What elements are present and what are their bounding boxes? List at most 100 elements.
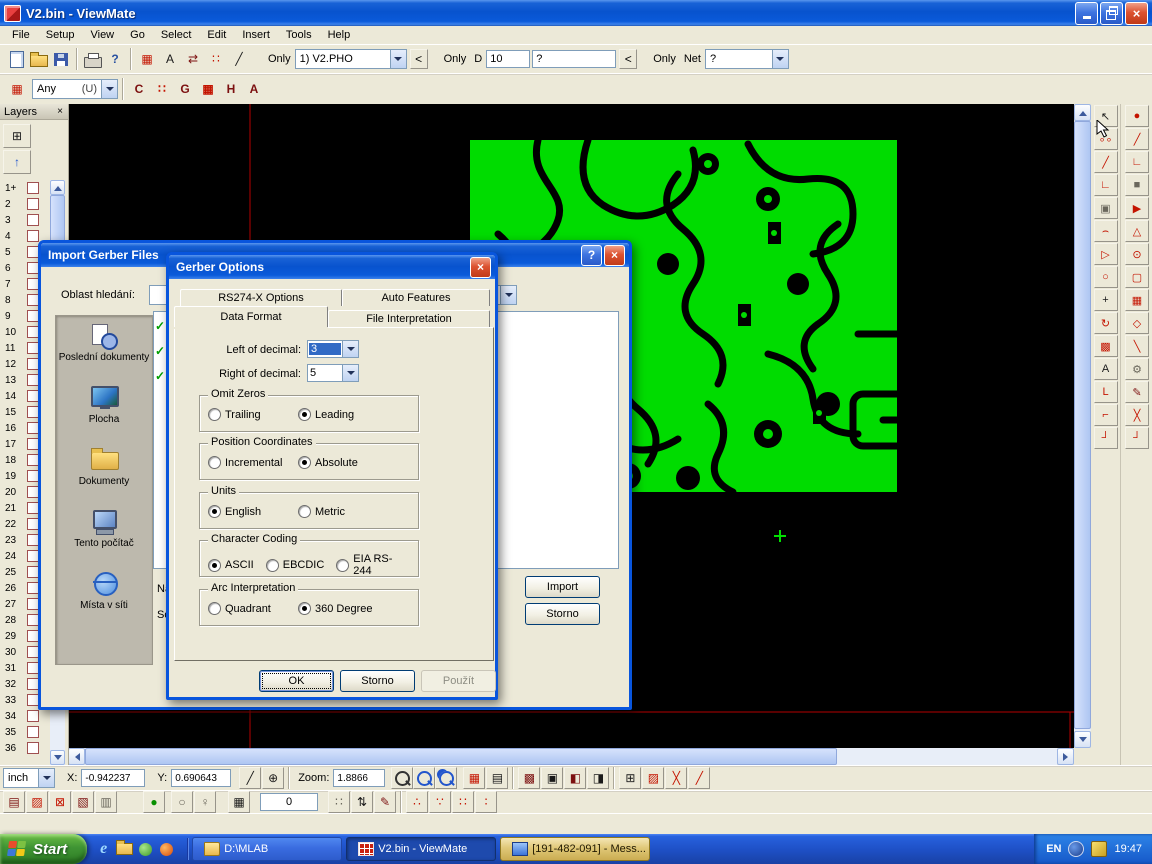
measure-tool-button[interactable]: ╱ [239,767,261,789]
scroll-left-button[interactable] [68,748,85,765]
scroll-thumb[interactable] [85,748,837,765]
tool-button[interactable]: ■ [1125,174,1149,196]
view-option-button[interactable]: ╳ [665,767,687,789]
snap-option-button[interactable]: ∷ [328,791,350,813]
tab-file-interpretation[interactable]: File Interpretation [328,310,490,327]
taskbar-task-button[interactable]: D:\MLAB [192,837,342,861]
taskbar-task-button[interactable]: [191-482-091] - Mess... [500,837,650,861]
layer-color-swatch[interactable] [27,230,39,242]
chevron-down-icon[interactable] [101,80,117,98]
menu-item[interactable]: Help [320,27,359,43]
ok-button[interactable]: OK [259,670,334,692]
layer-row[interactable]: 3 [0,212,50,228]
scroll-thumb[interactable] [1074,121,1091,729]
marker-pattern-button[interactable]: ∷ [452,791,474,813]
radio-option[interactable]: Incremental [208,456,298,469]
view-option-button[interactable]: ╱ [688,767,710,789]
layer-color-swatch[interactable] [27,742,39,754]
menu-item[interactable]: Insert [234,27,278,43]
close-button[interactable]: × [604,245,625,266]
dialog-titlebar[interactable]: Gerber Options × [169,255,495,279]
tool-button[interactable]: ○ [1094,266,1118,288]
scroll-down-button[interactable] [1074,731,1091,748]
net-combo[interactable]: ? [705,49,789,69]
context-help-button[interactable]: ? [104,48,126,70]
only-layer-label[interactable]: Only [264,53,295,65]
toolbar-tool-button[interactable]: ⇄ [182,48,204,70]
tool-button[interactable]: ↻ [1094,312,1118,334]
view-option-button[interactable]: ▨ [642,767,664,789]
display-mode-button[interactable]: ▩ [518,767,540,789]
layer-up-button[interactable]: ↑ [3,150,31,174]
measure-tool-button[interactable]: ⊕ [262,767,284,789]
chevron-down-icon[interactable] [342,341,358,357]
only-net-label[interactable]: Only [649,53,680,65]
canvas-vscrollbar[interactable] [1074,104,1091,748]
clock[interactable]: 19:47 [1114,843,1142,855]
layer-color-swatch[interactable] [27,726,39,738]
start-button[interactable]: Start [0,834,87,864]
toolbar-tool-button[interactable]: ╱ [228,48,250,70]
radio-option[interactable]: Absolute [298,456,388,469]
selection-filter-button[interactable]: ▦ [6,78,28,100]
dcode-filter-input[interactable] [532,50,616,68]
layer-display-button[interactable]: ▨ [26,791,48,813]
tool-button[interactable]: L [1094,381,1118,403]
layers-table-button[interactable]: ⊞ [3,124,31,148]
layers-panel-header[interactable]: Layers × [0,104,68,120]
layer-color-swatch[interactable] [27,198,39,210]
display-mode-button[interactable]: ▣ [541,767,563,789]
scroll-up-button[interactable] [1074,104,1091,121]
select-mode-combo[interactable]: Any (U) [32,79,118,99]
tool-button[interactable]: ● [1125,105,1149,127]
restore-button[interactable] [1100,2,1123,25]
cancel-button[interactable]: Storno [340,670,415,692]
tool-button[interactable]: ⚙ [1125,358,1149,380]
menu-item[interactable]: Select [153,27,200,43]
select-type-button[interactable]: C [128,78,150,100]
scroll-down-button[interactable] [50,750,65,765]
places-bar-item[interactable]: Plocha [56,378,152,440]
layer-color-swatch[interactable] [27,710,39,722]
layer-row[interactable]: 1+ [0,180,50,196]
radio-option[interactable]: English [208,505,298,518]
tool-button[interactable]: ╳ [1125,404,1149,426]
select-type-button[interactable]: ▦ [197,78,219,100]
new-button[interactable] [6,48,28,70]
tool-button[interactable]: ⌐ [1094,404,1118,426]
prev-dcode-button[interactable]: < [619,49,637,69]
tool-button[interactable]: △ [1125,220,1149,242]
places-bar-item[interactable]: Místa v síti [56,564,152,626]
select-type-button[interactable]: A [243,78,265,100]
tool-button[interactable]: ⊙ [1125,243,1149,265]
places-bar-item[interactable]: Dokumenty [56,440,152,502]
radio-option[interactable]: Metric [298,505,388,518]
layer-row[interactable]: 36 [0,740,50,756]
layer-color-swatch[interactable] [27,214,39,226]
zoom-window-button[interactable] [435,767,457,789]
cancel-button[interactable]: Storno [525,603,600,625]
taskbar-task-button[interactable]: V2.bin - ViewMate [346,837,496,861]
radio-option[interactable]: Trailing [208,408,298,421]
tool-button[interactable]: ✎ [1125,381,1149,403]
radio-option[interactable]: Quadrant [208,602,298,615]
tool-button[interactable]: ▦ [1125,289,1149,311]
display-mode-button[interactable]: ◨ [587,767,609,789]
chevron-down-icon[interactable] [500,286,516,304]
prev-layer-button[interactable]: < [410,49,428,69]
chevron-down-icon[interactable] [342,365,358,381]
menu-item[interactable]: Setup [38,27,83,43]
layer-display-button[interactable]: ▧ [72,791,94,813]
marker-pattern-button[interactable]: ∵ [429,791,451,813]
only-dcode-label[interactable]: Only [440,53,471,65]
tool-button[interactable]: ┘ [1094,427,1118,449]
tool-button[interactable]: + [1094,289,1118,311]
menu-item[interactable]: File [4,27,38,43]
toolbar-tool-button[interactable]: ▦ [136,48,158,70]
select-type-button[interactable]: H [220,78,242,100]
places-bar-item[interactable]: Poslední dokumenty [56,316,152,378]
layer-row[interactable]: 34 [0,708,50,724]
radio-option[interactable]: EBCDIC [266,559,325,572]
tool-button[interactable]: A [1094,358,1118,380]
marker-pattern-button[interactable]: ∶ [475,791,497,813]
